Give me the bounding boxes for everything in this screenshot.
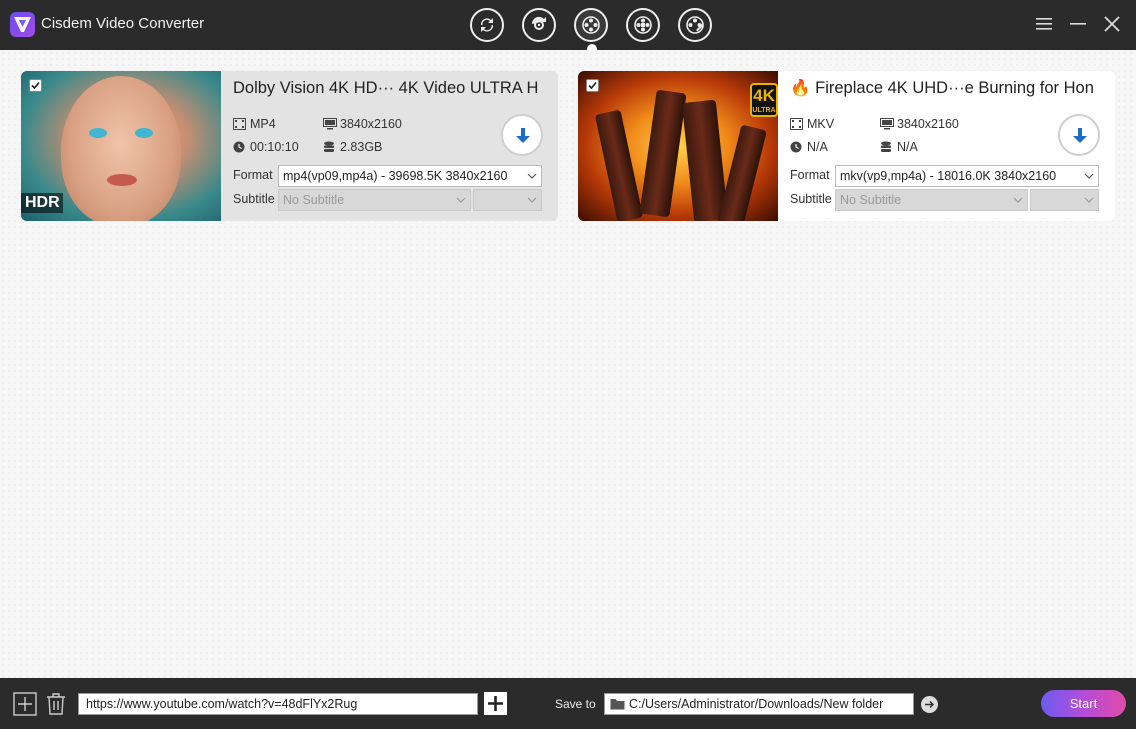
save-path-value: C:/Users/Administrator/Downloads/New fol…	[629, 697, 884, 711]
video-title: Dolby Vision 4K HD··· 4K Video ULTRA H	[233, 79, 539, 97]
container-value: MP4	[250, 117, 276, 131]
format-select-value: mkv(vp9,mp4a) - 18016.0K 3840x2160	[840, 169, 1057, 183]
duration-value: N/A	[807, 140, 828, 154]
subtitle-format-select[interactable]	[1030, 189, 1099, 211]
filesize-value: N/A	[897, 140, 918, 154]
download-button[interactable]	[501, 114, 543, 156]
eye-shape	[135, 128, 153, 138]
log-shape	[639, 89, 687, 218]
eye-shape	[89, 128, 107, 138]
rip-mode-icon[interactable]	[522, 8, 556, 42]
minimize-icon[interactable]	[1068, 14, 1088, 34]
video-thumbnail: 4K ULTRA	[578, 71, 778, 221]
start-button[interactable]: Start	[1041, 690, 1126, 717]
video-card[interactable]: 4K ULTRA 🔥 Fireplace 4K UHD···e Burning …	[578, 71, 1115, 221]
database-icon	[324, 141, 334, 152]
save-to-label: Save to	[555, 697, 596, 711]
format-label: Format	[790, 168, 830, 182]
app-logo-icon	[10, 12, 35, 37]
4k-badge-text: 4K	[753, 86, 775, 105]
resolution-value: 3840x2160	[897, 117, 959, 131]
format-select[interactable]: mkv(vp9,mp4a) - 18016.0K 3840x2160	[835, 165, 1099, 187]
download-arrow-icon	[516, 128, 530, 143]
subtitle-select-value: No Subtitle	[283, 193, 345, 207]
subtitle-format-select[interactable]	[473, 189, 542, 211]
film-icon	[233, 118, 246, 130]
video-title: 🔥 Fireplace 4K UHD···e Burning for Hon	[790, 79, 1094, 97]
4k-ultra-badge: 4K ULTRA	[750, 83, 778, 117]
hdr-badge-text: HDR	[25, 194, 60, 211]
title-bar: Cisdem Video Converter	[0, 0, 1136, 54]
face-image	[61, 76, 181, 221]
subtitle-select[interactable]: No Subtitle	[835, 189, 1028, 211]
close-icon[interactable]	[1102, 14, 1122, 34]
monitor-icon	[323, 118, 337, 130]
hdr-badge: HDR	[21, 193, 63, 213]
menu-icon[interactable]	[1034, 14, 1054, 34]
video-thumbnail: HDR	[21, 71, 221, 221]
subtitle-label: Subtitle	[233, 192, 275, 206]
subtitle-select-value: No Subtitle	[840, 193, 902, 207]
lips-shape	[107, 174, 137, 186]
resolution-value: 3840x2160	[340, 117, 402, 131]
film-icon	[790, 118, 803, 130]
format-select-value: mp4(vp09,mp4a) - 39698.5K 3840x2160	[283, 169, 508, 183]
app-title: Cisdem Video Converter	[41, 15, 205, 32]
filesize-value: 2.83GB	[340, 140, 383, 154]
download-button[interactable]	[1058, 114, 1100, 156]
add-file-icon[interactable]	[13, 692, 37, 716]
chevron-down-icon	[456, 197, 466, 203]
chevron-down-icon	[1013, 197, 1023, 203]
open-folder-arrow-icon[interactable]	[921, 696, 938, 713]
dvd-mode-icon[interactable]	[626, 8, 660, 42]
save-path-field[interactable]: C:/Users/Administrator/Downloads/New fol…	[604, 693, 914, 715]
chevron-down-icon	[1084, 173, 1094, 179]
container-value: MKV	[807, 117, 835, 131]
bottom-toolbar: Save to C:/Users/Administrator/Downloads…	[0, 678, 1136, 729]
subtitle-select[interactable]: No Subtitle	[278, 189, 471, 211]
select-checkbox[interactable]	[586, 79, 599, 92]
trash-icon[interactable]	[44, 692, 68, 716]
folder-icon	[610, 699, 625, 710]
video-card[interactable]: HDR Dolby Vision 4K HD··· 4K Video ULTRA…	[21, 71, 558, 221]
chevron-down-icon	[1084, 197, 1094, 203]
edit-mode-icon[interactable]	[678, 8, 712, 42]
format-label: Format	[233, 168, 273, 182]
duration-value: 00:10:10	[250, 140, 299, 154]
subtitle-label: Subtitle	[790, 192, 832, 206]
add-url-button[interactable]	[484, 692, 507, 715]
format-select[interactable]: mp4(vp09,mp4a) - 39698.5K 3840x2160	[278, 165, 542, 187]
download-mode-icon[interactable]	[574, 8, 608, 42]
plus-icon	[488, 696, 503, 711]
chevron-down-icon	[527, 173, 537, 179]
clock-icon	[790, 141, 802, 153]
select-checkbox[interactable]	[29, 79, 42, 92]
clock-icon	[233, 141, 245, 153]
database-icon	[881, 141, 891, 152]
convert-mode-icon[interactable]	[470, 8, 504, 42]
download-arrow-icon	[1073, 128, 1087, 143]
url-input[interactable]	[78, 693, 478, 715]
chevron-down-icon	[527, 197, 537, 203]
ultra-badge-text: ULTRA	[752, 107, 776, 114]
log-shape	[594, 109, 644, 221]
monitor-icon	[880, 118, 894, 130]
